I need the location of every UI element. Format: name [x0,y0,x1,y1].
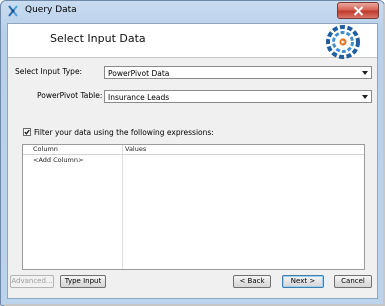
filter-label: Filter your data using the following exp… [34,128,214,137]
wizard-header: Select Input Data [8,24,377,58]
window-title: Query Data [25,5,77,15]
grid-header: Column Values [23,145,364,155]
title-bar[interactable]: Query Data [1,1,384,23]
table-row[interactable]: <Add Column> [23,155,364,166]
input-type-value: PowerPivot Data [108,68,170,78]
cancel-button[interactable]: Cancel [334,275,372,288]
close-icon [353,6,364,16]
close-button[interactable] [337,2,379,19]
type-input-button[interactable]: Type Input [60,275,106,288]
input-type-select[interactable]: PowerPivot Data [104,66,372,79]
add-column-cell[interactable]: <Add Column> [33,156,83,164]
filter-expressions-grid[interactable]: Column Values <Add Column> [22,144,365,270]
advanced-button[interactable]: Advanced... [10,275,54,288]
input-type-label: Select Input Type: [15,67,83,76]
table-value: Insurance Leads [108,92,170,102]
checkmark-icon [24,129,30,135]
chevron-down-icon [362,95,368,99]
powerpivot-table-select[interactable]: Insurance Leads [104,90,372,103]
chevron-down-icon [362,71,368,75]
column-header-column: Column [33,145,58,153]
next-button[interactable]: Next > [282,275,324,288]
data-mining-logo-icon [326,25,360,59]
query-data-window: Query Data Select Input Data Select Inpu… [0,0,385,306]
back-button[interactable]: < Back [233,275,271,288]
query-data-app-icon [8,5,18,17]
page-title: Select Input Data [50,32,146,45]
dialog-client-area: Select Input Data Select Input Type: Pow… [7,23,378,299]
column-header-values: Values [125,145,147,153]
table-label: PowerPivot Table: [37,91,103,100]
filter-checkbox[interactable] [23,128,31,136]
